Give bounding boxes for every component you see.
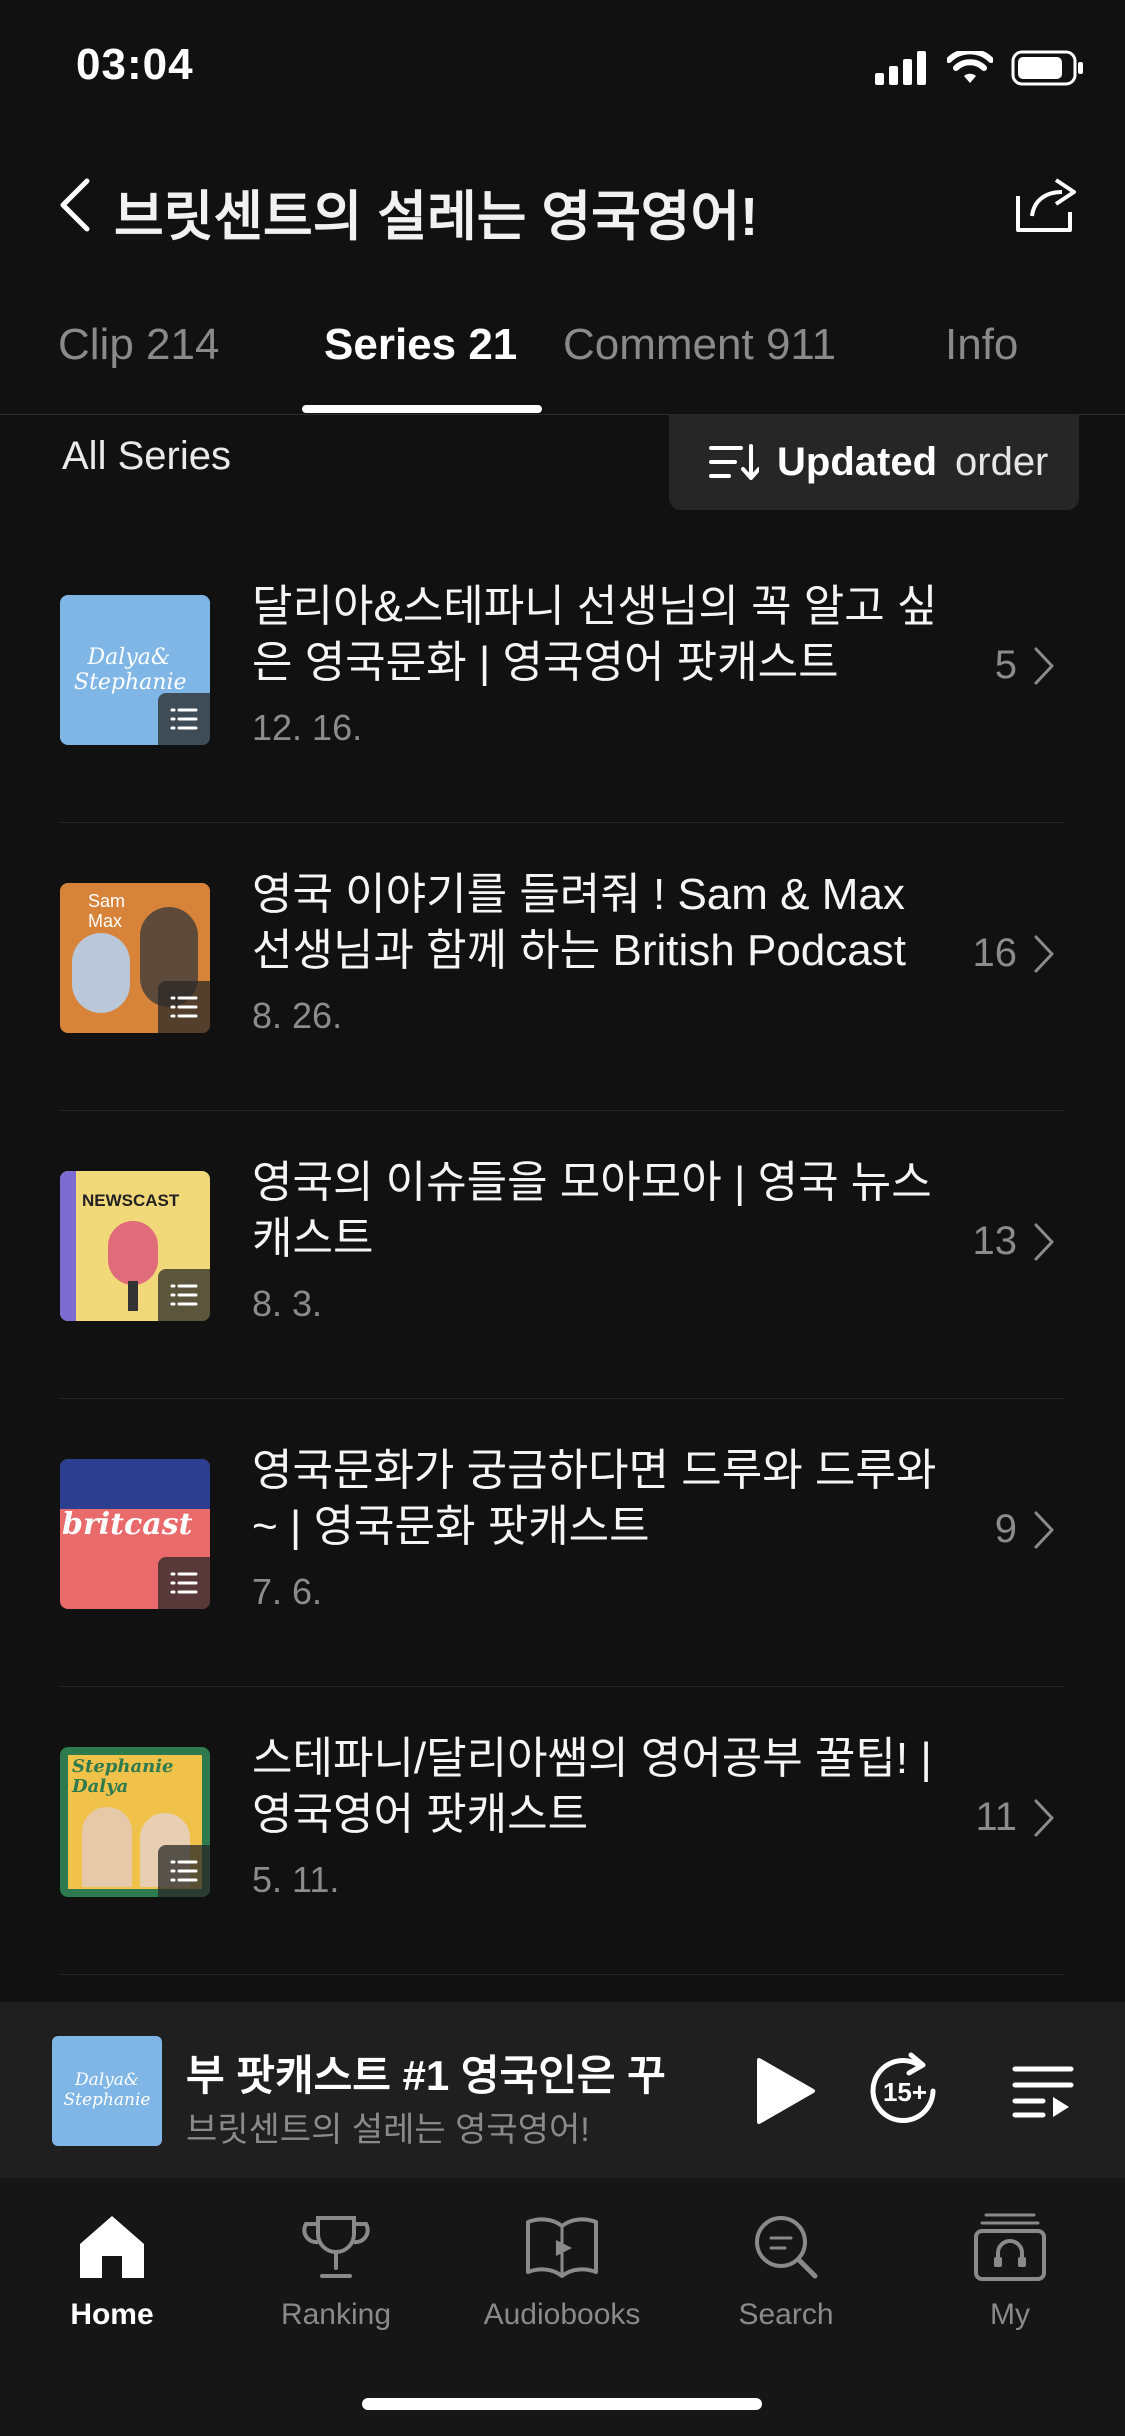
share-button[interactable] xyxy=(1007,164,1087,244)
content-tabs: Clip 214 Series 21 Comment 911 Info xyxy=(0,300,1125,415)
series-date: 7. 6. xyxy=(252,1571,323,1612)
series-item[interactable]: NEWSCAST 영국의 이슈들을 모아모아 | 영국 뉴스캐스트 8. 3. … xyxy=(0,1111,1125,1399)
series-thumbnail: Dalya& Stephanie xyxy=(60,595,210,745)
list-badge-icon xyxy=(158,981,210,1033)
trophy-icon xyxy=(302,2216,370,2278)
nav-audiobooks[interactable]: Audiobooks xyxy=(452,2202,672,2332)
battery-icon xyxy=(1011,50,1083,86)
mini-player[interactable]: Dalya& Stephanie 부 팟캐스트 #1 영국인은 꾸 브릿센트의 … xyxy=(0,2002,1125,2178)
chevron-right-icon xyxy=(1034,1511,1054,1548)
episode-count-value: 11 xyxy=(975,1795,1017,1839)
series-title: 달리아&스테파니 선생님의 꼭 알고 싶은 영국문화 | 영국영어 팟캐스트 xyxy=(252,582,938,687)
playlist-button[interactable] xyxy=(998,2046,1088,2136)
status-bar: 03:04 xyxy=(0,0,1125,130)
nav-search[interactable]: Search xyxy=(676,2202,896,2332)
series-list: Dalya& Stephanie 달리아&스테파니 선생님의 꼭 알고 싶은 영… xyxy=(0,535,1125,1975)
back-button[interactable] xyxy=(44,170,104,240)
list-badge-icon xyxy=(158,1845,210,1897)
sort-label-strong: Updated xyxy=(777,439,937,484)
series-date: 8. 26. xyxy=(252,995,343,1036)
series-thumbnail: britcast xyxy=(60,1459,210,1609)
series-title: 영국문화가 궁금하다면 드루와 드루와~ | 영국문화 팟캐스트 xyxy=(252,1446,937,1551)
nav-home[interactable]: Home xyxy=(2,2202,222,2332)
series-item[interactable]: britcast 영국문화가 궁금하다면 드루와 드루와~ | 영국문화 팟캐스… xyxy=(0,1399,1125,1687)
divider xyxy=(60,1974,1065,1975)
series-episode-count: 9 xyxy=(995,1507,1055,1552)
thumbnail-caption: NEWSCAST xyxy=(82,1191,180,1210)
list-badge-icon xyxy=(158,693,210,745)
tab-comment[interactable]: Comment 911 xyxy=(563,320,836,370)
list-badge-icon xyxy=(158,1269,210,1321)
episode-count-value: 9 xyxy=(994,1507,1017,1551)
nav-label: My xyxy=(990,2298,1030,2331)
series-item[interactable]: Stephanie Dalya 스테파니/달리아쌤의 영어공부 꿀팁! | 영국… xyxy=(0,1687,1125,1975)
series-thumbnail: NEWSCAST xyxy=(60,1171,210,1321)
nav-my[interactable]: My xyxy=(900,2202,1120,2332)
thumbnail-caption: Sam Max xyxy=(88,891,126,931)
series-episode-count: 16 xyxy=(973,931,1056,976)
audiobook-icon xyxy=(526,2217,598,2278)
tab-clip[interactable]: Clip 214 xyxy=(58,320,219,370)
episode-count-value: 16 xyxy=(972,931,1018,975)
home-icon xyxy=(80,2216,144,2278)
series-title: 영국의 이슈들을 모아모아 | 영국 뉴스캐스트 xyxy=(252,1158,932,1263)
series-date: 8. 3. xyxy=(252,1283,323,1324)
tab-info[interactable]: Info xyxy=(945,320,1018,370)
episode-count-value: 13 xyxy=(972,1219,1018,1263)
series-thumbnail: Sam Max xyxy=(60,883,210,1033)
chevron-right-icon xyxy=(1034,647,1054,684)
now-playing-subtitle: 브릿센트의 설레는 영국영어! xyxy=(186,2111,590,2149)
series-title: 스테파니/달리아쌤의 영어공부 꿀팁! | 영국영어 팟캐스트 xyxy=(252,1734,932,1839)
sort-order-button[interactable]: Updated order xyxy=(669,414,1079,510)
play-icon xyxy=(757,2058,815,2124)
skip-forward-15-icon: 15+ xyxy=(870,2052,936,2123)
my-library-icon xyxy=(974,2213,1046,2281)
thumbnail-caption: Dalya& Stephanie xyxy=(63,2070,151,2110)
nav-label: Home xyxy=(70,2298,154,2331)
skip-label: 15+ xyxy=(883,2077,927,2107)
list-badge-icon xyxy=(158,1557,210,1609)
chevron-right-icon xyxy=(1034,1223,1054,1260)
thumbnail-caption: Stephanie Dalya xyxy=(72,1756,174,1797)
thumbnail-caption: britcast xyxy=(62,1507,193,1542)
filter-row: All Series Updated order xyxy=(0,414,1125,510)
playlist-icon xyxy=(1012,2066,1074,2118)
status-icons xyxy=(875,50,1085,86)
chevron-right-icon xyxy=(1034,935,1054,972)
play-button[interactable] xyxy=(740,2046,830,2136)
home-indicator xyxy=(362,2398,762,2410)
series-episode-count: 11 xyxy=(975,1795,1055,1840)
now-playing-title: 부 팟캐스트 #1 영국인은 꾸 xyxy=(186,2052,666,2099)
chevron-left-icon xyxy=(60,178,90,232)
nav-label: Ranking xyxy=(280,2298,392,2331)
series-thumbnail: Stephanie Dalya xyxy=(60,1747,210,1897)
status-time: 03:04 xyxy=(76,40,194,89)
series-episode-count: 13 xyxy=(973,1219,1056,1264)
wifi-icon xyxy=(947,51,993,83)
episode-count-value: 5 xyxy=(994,643,1017,687)
tab-series[interactable]: Series 21 xyxy=(324,320,517,370)
series-title: 영국 이야기를 들려줘 ! Sam & Max 선생님과 함께 하는 Briti… xyxy=(252,870,906,975)
chevron-right-icon xyxy=(1034,1799,1054,1836)
share-icon xyxy=(1016,178,1076,232)
thumbnail-caption: Dalya& Stephanie xyxy=(74,645,187,695)
series-item[interactable]: Dalya& Stephanie 달리아&스테파니 선생님의 꼭 알고 싶은 영… xyxy=(0,535,1125,823)
series-date: 12. 16. xyxy=(252,707,363,748)
header: 브릿센트의 설레는 영국영어! xyxy=(0,150,1125,260)
sort-label-rest: order xyxy=(955,439,1049,484)
nav-ranking[interactable]: Ranking xyxy=(226,2202,446,2332)
page-title: 브릿센트의 설레는 영국영어! xyxy=(114,187,759,247)
cellular-signal-icon xyxy=(875,51,926,85)
nav-label: Search xyxy=(738,2298,834,2331)
nav-label: Audiobooks xyxy=(483,2298,641,2331)
all-series-filter[interactable]: All Series xyxy=(62,434,231,479)
search-icon xyxy=(755,2216,818,2279)
sort-icon xyxy=(709,444,759,480)
series-episode-count: 5 xyxy=(995,643,1055,688)
active-tab-indicator xyxy=(302,405,542,413)
now-playing-thumbnail: Dalya& Stephanie xyxy=(52,2036,162,2146)
series-item[interactable]: Sam Max 영국 이야기를 들려줘 ! Sam & Max 선생님과 함께 … xyxy=(0,823,1125,1111)
series-date: 5. 11. xyxy=(252,1859,340,1900)
skip-forward-button[interactable]: 15+ xyxy=(860,2046,950,2136)
